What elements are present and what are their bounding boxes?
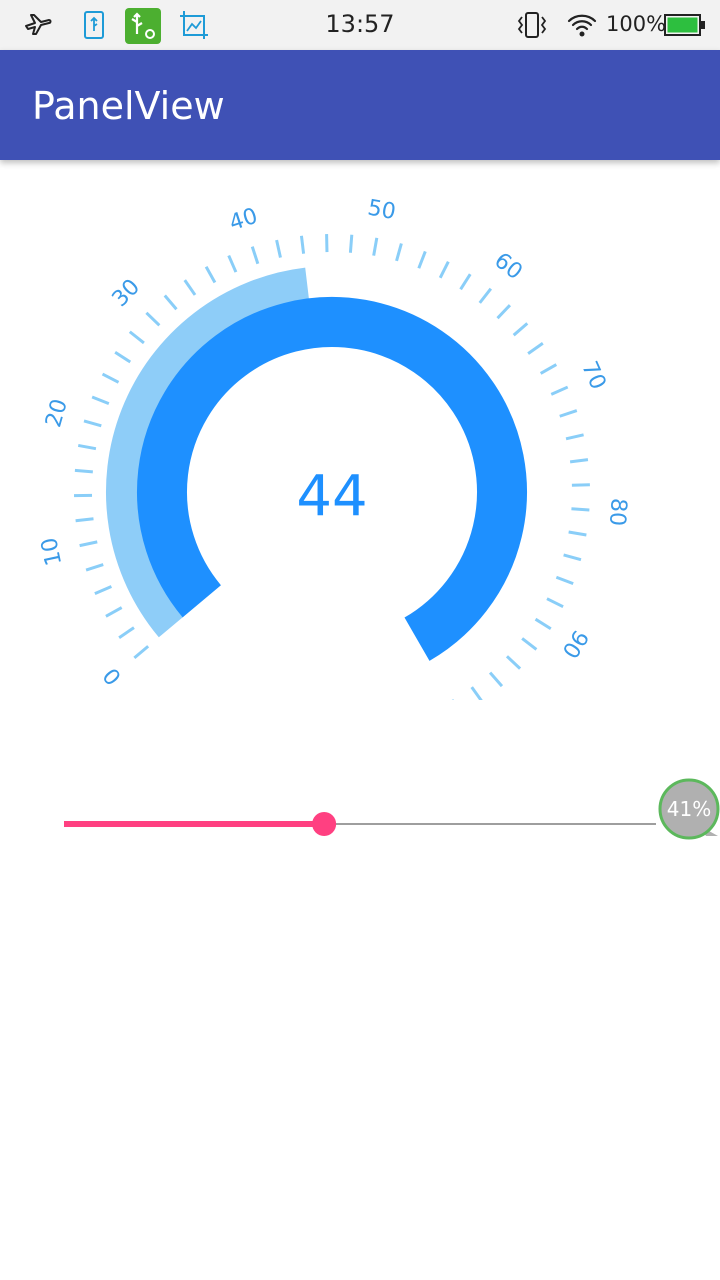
gauge-tick xyxy=(470,686,483,700)
gauge-tick xyxy=(478,287,493,304)
gauge-tick xyxy=(571,507,590,512)
gauge-tick xyxy=(488,671,504,688)
slider-value-label: 41% xyxy=(667,797,711,821)
gauge-scale-label: 50 xyxy=(366,196,398,225)
gauge-tick xyxy=(227,254,238,273)
usb-storage-icon xyxy=(84,11,104,39)
gauge-tick xyxy=(85,563,104,572)
gauge-tick xyxy=(133,645,150,659)
gauge-scale-label: 60 xyxy=(489,248,526,285)
gauge-tick xyxy=(438,261,450,279)
gauge-tick xyxy=(74,468,93,474)
gauge-tick xyxy=(299,235,306,254)
gauge-tick xyxy=(555,575,574,586)
gauge-tick xyxy=(512,322,529,337)
gauge-tick xyxy=(539,363,558,375)
gauge-scale-label: 70 xyxy=(576,358,610,394)
gauge-tick xyxy=(128,330,145,345)
battery-percent: 100% xyxy=(606,12,667,36)
battery-icon xyxy=(664,14,705,36)
wifi-icon xyxy=(567,14,597,37)
usb-debug-icon xyxy=(125,8,161,44)
gauge-tick xyxy=(527,342,544,355)
gauge-tick xyxy=(568,530,587,537)
gauge-tick xyxy=(91,395,110,406)
slider-thumb[interactable] xyxy=(312,812,337,836)
gauge-scale-label: 90 xyxy=(556,625,592,662)
gauge-tick xyxy=(417,250,427,269)
gauge-tick xyxy=(83,419,102,428)
gauge-scale-label: 0 xyxy=(99,662,127,689)
status-bar: 13:57 100% xyxy=(0,0,720,50)
gauge-tick xyxy=(79,540,98,548)
gauge-scale-label: 40 xyxy=(226,204,260,236)
gauge-tick xyxy=(496,304,512,320)
gauge-tick xyxy=(94,585,112,596)
status-time: 13:57 xyxy=(325,10,395,38)
gauge-tick xyxy=(204,266,217,284)
gauge-scale-label: 20 xyxy=(41,396,73,430)
gauge-tick xyxy=(521,637,538,651)
gauge-tick xyxy=(550,385,569,396)
gauge-tick xyxy=(183,279,197,296)
airplane-mode-icon xyxy=(25,14,52,35)
gauge-scale-label: 80 xyxy=(604,497,631,527)
gauge-tick xyxy=(372,237,379,256)
slider-value-bubble: 41% xyxy=(658,778,720,840)
gauge-tick xyxy=(571,483,590,487)
app-bar: PanelView xyxy=(0,50,720,160)
gauge-tick xyxy=(105,606,123,618)
gauge-tick xyxy=(275,239,282,258)
panel-gauge: 0102030405060708090100 44 xyxy=(37,196,631,700)
screenshot-icon xyxy=(180,11,208,39)
gauge-tick xyxy=(101,372,120,384)
gauge-tick xyxy=(505,655,522,670)
app-title: PanelView xyxy=(32,84,225,128)
gauge-tick xyxy=(77,443,97,451)
gauge-tick xyxy=(459,273,472,291)
gauge-tick xyxy=(559,409,578,418)
gauge-tick xyxy=(569,458,589,464)
gauge-tick xyxy=(348,234,354,253)
gauge-tick xyxy=(563,553,582,562)
gauge-tick xyxy=(565,433,584,441)
gauge-tick xyxy=(75,517,94,523)
gauge-scale-label: 10 xyxy=(37,535,67,568)
gauge-tick xyxy=(395,243,403,262)
value-slider[interactable]: 41% xyxy=(0,770,720,880)
gauge-scale-label: 30 xyxy=(108,275,145,313)
gauge-tick xyxy=(546,597,564,609)
gauge-tick xyxy=(145,311,161,327)
gauge-tick xyxy=(250,246,260,265)
gauge-tick xyxy=(163,294,178,311)
gauge-tick xyxy=(118,626,135,639)
vibrate-icon xyxy=(517,12,547,38)
gauge-tick xyxy=(534,617,552,630)
gauge-tick xyxy=(114,350,132,364)
gauge-value: 44 xyxy=(296,464,367,529)
